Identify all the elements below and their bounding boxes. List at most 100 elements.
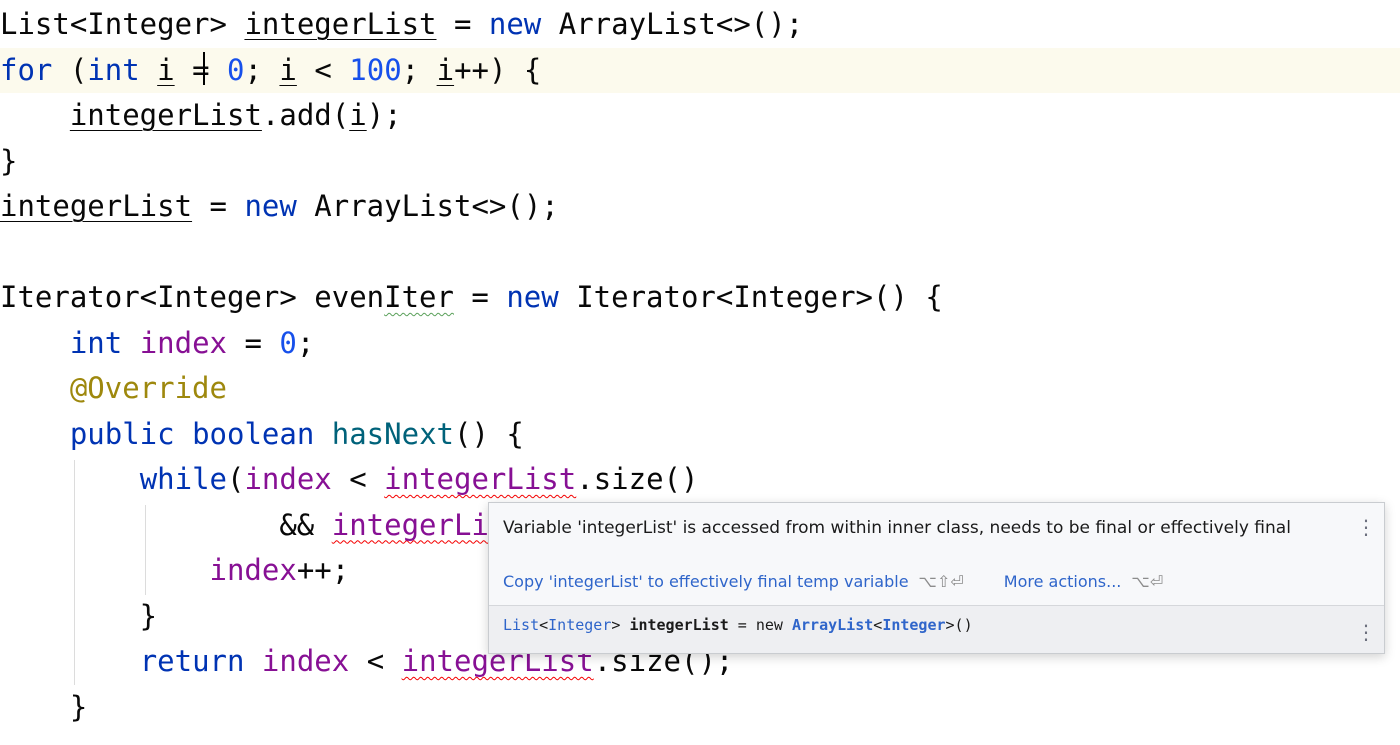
code-token: integerList	[69, 98, 262, 132]
code-token: index	[139, 325, 228, 360]
declaration-text: List<Integer> integerList = new ArrayLis…	[503, 614, 973, 636]
code-token: int	[87, 52, 140, 87]
code-token: integerList	[384, 462, 577, 496]
code-token: new	[506, 280, 559, 314]
inspection-message: Variable 'integerList' is accessed from …	[503, 518, 1291, 538]
code-token: while	[139, 462, 227, 496]
code-token: int	[69, 325, 123, 360]
code-token: ;	[296, 325, 315, 360]
declaration-token: integerList	[629, 616, 729, 634]
code-token: 0	[227, 52, 245, 87]
code-line: }	[0, 139, 1400, 184]
code-token: 100	[349, 52, 402, 87]
code-token: i	[436, 52, 455, 87]
shortcut-label: ⌥⏎	[1131, 572, 1164, 591]
code-token: <	[331, 462, 385, 496]
code-token: integerList	[244, 7, 437, 41]
declaration-token: = new	[728, 616, 792, 634]
code-token: Iterator<Integer>() {	[558, 280, 943, 314]
code-token: boolean	[192, 416, 315, 451]
declaration-token: <	[873, 616, 883, 634]
declaration-token: <	[539, 616, 549, 634]
inspection-popup: Variable 'integerList' is accessed from …	[488, 502, 1385, 654]
code-token: }	[0, 143, 18, 178]
code-token: ArrayList<>();	[296, 189, 559, 223]
code-token: i	[157, 52, 175, 87]
code-line: public boolean hasNext() {	[0, 412, 1400, 457]
quick-fix-actions: Copy 'integerList' to effectively final …	[503, 570, 1163, 594]
declaration-token: >()	[945, 616, 973, 634]
code-token: ArrayList<>();	[541, 7, 804, 41]
code-token: () {	[453, 416, 524, 451]
code-token: index	[209, 553, 297, 587]
code-token: ;	[244, 52, 280, 87]
code-token: );	[366, 98, 402, 132]
code-token: hasNext	[331, 416, 454, 451]
code-token: i	[279, 52, 297, 87]
code-token: }	[0, 689, 88, 724]
code-token: ++;	[296, 553, 350, 587]
code-token: ;	[401, 52, 437, 87]
code-token: =	[436, 7, 489, 41]
code-token: return	[139, 644, 245, 678]
code-token: (	[227, 462, 245, 496]
code-token: 0	[279, 325, 297, 360]
code-token: List<Integer>	[0, 7, 245, 41]
code-token: <	[296, 52, 350, 87]
code-line: }	[0, 685, 1400, 730]
declaration-token: >	[611, 616, 630, 634]
code-line: integerList.add(i);	[0, 93, 1400, 138]
code-token: .size()	[576, 462, 699, 496]
code-line: int index = 0;	[0, 321, 1400, 366]
code-token: &&	[0, 507, 332, 542]
more-actions-link[interactable]: More actions...	[1004, 572, 1122, 591]
declaration-token: ArrayList	[792, 616, 874, 634]
code-token: index	[244, 462, 332, 496]
code-token: .add(	[261, 98, 350, 132]
code-token: i	[349, 98, 367, 132]
code-token: }	[0, 598, 158, 633]
code-line: Iterator<Integer> evenIter = new Iterato…	[0, 275, 1400, 320]
code-token: =	[227, 325, 280, 360]
code-token: Iterator<Integer> even	[0, 280, 385, 314]
vertical-ellipsis-icon[interactable]: ⋮	[1356, 620, 1376, 644]
code-token: public	[69, 416, 175, 451]
code-token: @Override	[69, 371, 227, 405]
code-token: =	[453, 280, 507, 314]
code-token: ++) {	[454, 52, 542, 87]
code-line: integerList = new ArrayList<>();	[0, 184, 1400, 229]
code-token: index	[261, 644, 350, 678]
code-token: =	[174, 52, 228, 87]
code-token: (	[52, 52, 88, 87]
code-token: <	[349, 644, 402, 678]
code-line: while(index < integerList.size()	[0, 457, 1400, 502]
code-line: for (int i = 0; i < 100; i++) {	[0, 47, 1400, 93]
code-token: new	[244, 189, 297, 223]
code-token: Iter	[384, 280, 454, 314]
declaration-token: Integer	[548, 616, 612, 634]
code-line: List<Integer> integerList = new ArrayLis…	[0, 2, 1400, 47]
code-token: integerList	[0, 189, 193, 223]
code-token: =	[192, 189, 245, 223]
declaration-token: List	[503, 616, 540, 634]
text-caret	[203, 52, 205, 85]
vertical-ellipsis-icon[interactable]: ⋮	[1356, 515, 1376, 539]
copy-to-temp-variable-action[interactable]: Copy 'integerList' to effectively final …	[503, 572, 909, 591]
code-token: new	[488, 7, 542, 41]
declaration-preview: List<Integer> integerList = new ArrayLis…	[489, 606, 1384, 653]
declaration-token: Integer	[882, 616, 946, 634]
code-token: for	[0, 52, 53, 87]
